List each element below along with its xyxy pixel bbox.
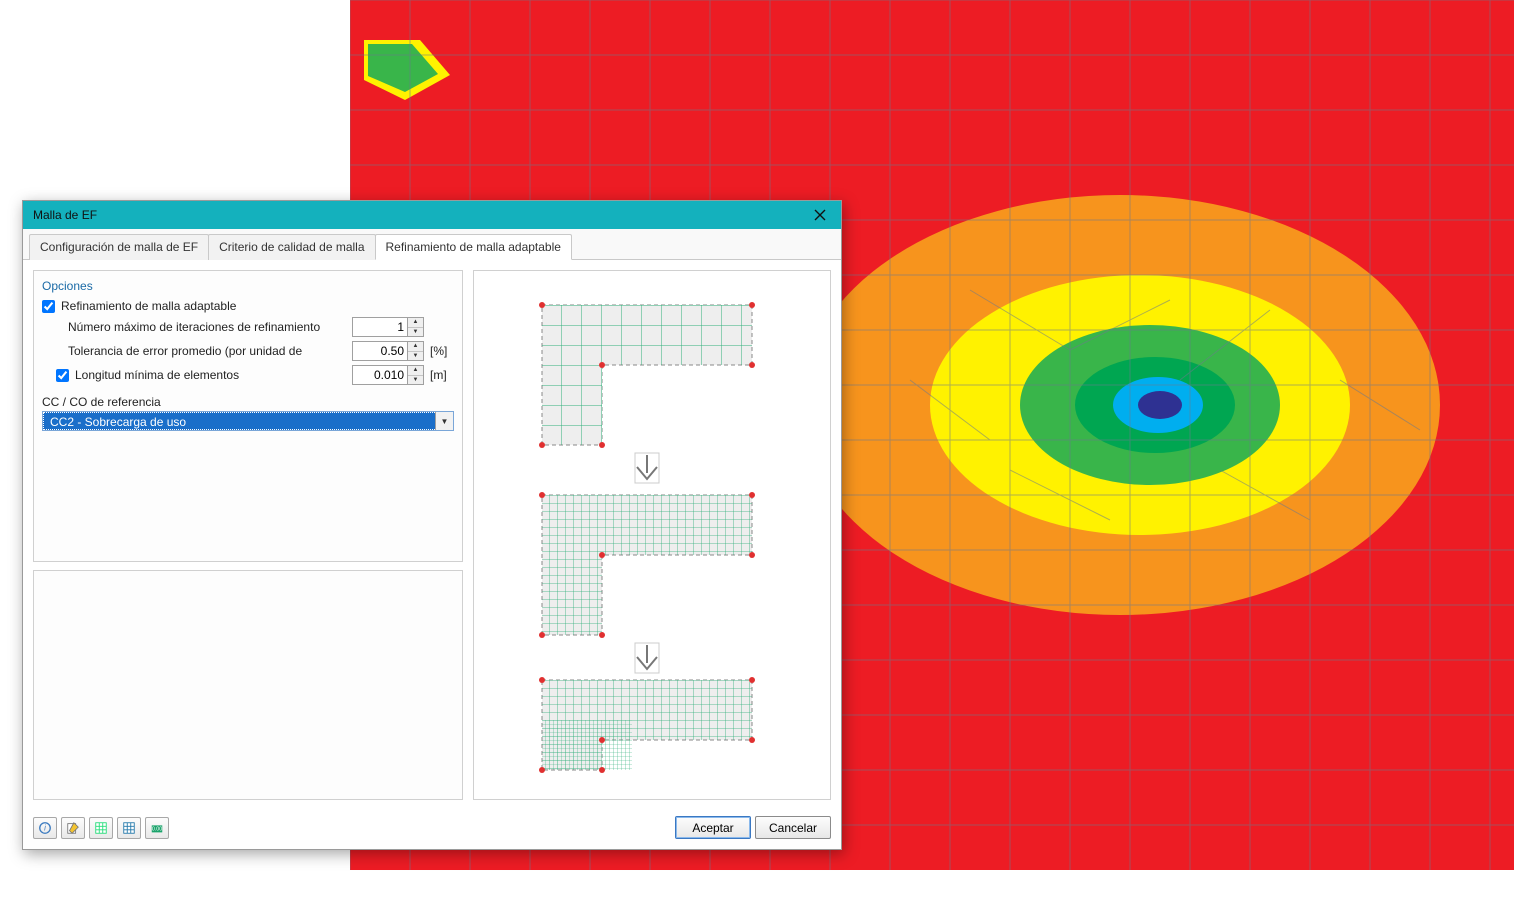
tab-quality[interactable]: Criterio de calidad de malla [208, 234, 375, 260]
minlen-spinner[interactable]: ▲▼ [408, 365, 424, 385]
close-icon [814, 209, 826, 221]
refinement-preview-illustration [502, 295, 802, 775]
tolerance-spinner[interactable]: ▲▼ [408, 341, 424, 361]
minlen-unit: [m] [430, 368, 454, 382]
preview-panel [473, 270, 831, 800]
cancel-button[interactable]: Cancelar [755, 816, 831, 839]
reference-title: CC / CO de referencia [42, 395, 454, 409]
close-button[interactable] [805, 204, 835, 226]
reference-dropdown[interactable]: CC2 - Sobrecarga de uso ▼ [42, 411, 454, 431]
minlen-label: Longitud mínima de elementos [75, 368, 352, 382]
edit-button[interactable] [61, 817, 85, 839]
titlebar[interactable]: Malla de EF [23, 201, 841, 229]
minlen-input[interactable] [352, 365, 408, 385]
max-iter-label: Número máximo de iteraciones de refinami… [68, 320, 352, 334]
tolerance-unit: [%] [430, 344, 454, 358]
tab-adaptive[interactable]: Refinamiento de malla adaptable [375, 234, 572, 260]
minlen-checkbox[interactable] [56, 369, 69, 382]
button-bar: i 0.00 Aceptar Cancelar [23, 810, 841, 849]
tab-mesh-config[interactable]: Configuración de malla de EF [29, 234, 209, 260]
chevron-down-icon: ▼ [408, 376, 423, 385]
chevron-down-icon: ▼ [435, 412, 453, 430]
edit-icon [66, 821, 80, 835]
option2-button[interactable] [117, 817, 141, 839]
description-panel [33, 570, 463, 800]
grid-b-icon [122, 821, 136, 835]
option1-button[interactable] [89, 817, 113, 839]
reset-icon: 0.00 [150, 821, 164, 835]
chevron-down-icon: ▼ [408, 328, 423, 337]
reset-button[interactable]: 0.00 [145, 817, 169, 839]
max-iter-input[interactable] [352, 317, 408, 337]
adaptive-label: Refinamiento de malla adaptable [61, 299, 454, 313]
svg-text:i: i [44, 823, 46, 832]
chevron-down-icon: ▼ [408, 352, 423, 361]
chevron-up-icon: ▲ [408, 342, 423, 352]
tab-strip: Configuración de malla de EF Criterio de… [23, 229, 841, 260]
accept-button[interactable]: Aceptar [675, 816, 751, 839]
help-button[interactable]: i [33, 817, 57, 839]
options-panel: Opciones Refinamiento de malla adaptable… [33, 270, 463, 562]
tolerance-label: Tolerancia de error promedio (por unidad… [68, 344, 352, 358]
tolerance-input[interactable] [352, 341, 408, 361]
adaptive-checkbox[interactable] [42, 300, 55, 313]
svg-text:0.00: 0.00 [152, 826, 162, 832]
reference-dropdown-text: CC2 - Sobrecarga de uso [43, 412, 435, 430]
chevron-up-icon: ▲ [408, 318, 423, 328]
options-title: Opciones [42, 279, 454, 293]
max-iter-spinner[interactable]: ▲▼ [408, 317, 424, 337]
window-title: Malla de EF [33, 208, 805, 222]
help-icon: i [38, 821, 52, 835]
fe-mesh-dialog: Malla de EF Configuración de malla de EF… [22, 200, 842, 850]
chevron-up-icon: ▲ [408, 366, 423, 376]
grid-icon [94, 821, 108, 835]
